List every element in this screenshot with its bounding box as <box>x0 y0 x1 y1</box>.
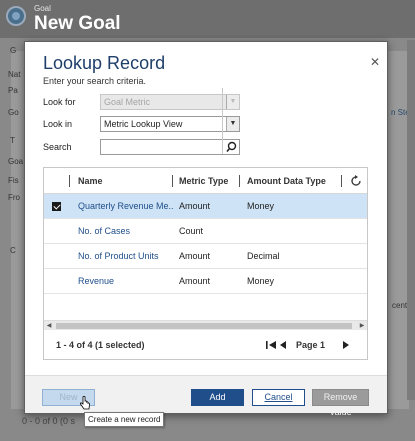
table-row[interactable]: No. of Product Units Amount Decimal <box>44 244 367 269</box>
column-separator <box>172 175 173 187</box>
row-metric-type: Count <box>179 226 204 236</box>
background-fragment: T <box>10 136 15 145</box>
background-page-title: New Goal <box>34 13 121 34</box>
row-amount-data-type: Money <box>247 201 275 211</box>
table-row[interactable]: Quarterly Revenue Me... Amount Money <box>44 194 367 219</box>
row-amount-data-type: Decimal <box>247 251 280 261</box>
background-fragment: Go <box>8 108 19 117</box>
table-row[interactable]: Revenue Amount Money <box>44 269 367 294</box>
first-page-icon[interactable] <box>265 340 277 350</box>
scroll-right-icon[interactable]: ▶ <box>357 321 367 331</box>
look-in-select[interactable]: Metric Lookup View ▼ <box>100 116 240 132</box>
row-name-link[interactable]: No. of Cases <box>78 219 174 244</box>
column-header-metric-type[interactable]: Metric Type <box>179 168 228 194</box>
row-name-link[interactable]: No. of Product Units <box>78 244 174 269</box>
background-fragment: Fis <box>8 176 19 185</box>
column-separator <box>69 175 70 187</box>
look-for-select: Goal Metric ▼ <box>100 94 240 110</box>
search-input[interactable] <box>100 139 226 155</box>
look-for-row: Look for Goal Metric ▼ <box>43 94 240 110</box>
search-row: Search <box>43 139 240 155</box>
row-name-link[interactable]: Quarterly Revenue Me... <box>78 194 174 219</box>
background-fragment: G <box>10 46 17 55</box>
criteria-divider <box>222 88 223 154</box>
row-name-link[interactable]: Revenue <box>78 269 174 294</box>
grid-header: Name Metric Type Amount Data Type <box>44 168 367 194</box>
previous-page-icon[interactable] <box>279 340 287 350</box>
cancel-button[interactable]: Cancel <box>252 389 305 406</box>
column-header-name[interactable]: Name <box>78 168 103 194</box>
search-button[interactable] <box>225 139 240 155</box>
dialog-subtitle: Enter your search criteria. <box>43 76 147 86</box>
refresh-icon[interactable] <box>349 174 363 188</box>
background-fragment: Goa <box>8 157 24 166</box>
look-in-row: Look in Metric Lookup View ▼ <box>43 116 240 132</box>
dialog-title: Lookup Record <box>43 53 166 73</box>
page-number: Page 1 <box>296 340 326 350</box>
chevron-down-icon[interactable]: ▼ <box>226 117 239 131</box>
column-separator <box>239 175 240 187</box>
row-checkbox[interactable] <box>52 202 61 211</box>
close-icon[interactable]: ✕ <box>369 56 381 68</box>
horizontal-scrollbar[interactable]: ◀ ▶ <box>44 320 367 330</box>
lookup-record-dialog: ✕ Lookup Record Enter your search criter… <box>24 41 388 417</box>
background-header: Goal New Goal <box>0 0 415 38</box>
scrollbar-thumb[interactable] <box>56 323 352 329</box>
background-scrollbar <box>407 40 415 400</box>
results-grid: Name Metric Type Amount Data Type Quarte… <box>43 167 368 360</box>
row-metric-type: Amount <box>179 251 211 261</box>
column-separator <box>341 175 342 187</box>
table-row[interactable]: No. of Cases Count <box>44 219 367 244</box>
look-for-label: Look for <box>43 97 76 107</box>
look-in-value: Metric Lookup View <box>104 119 183 129</box>
chevron-down-icon: ▼ <box>226 95 239 109</box>
look-for-value: Goal Metric <box>104 97 151 107</box>
row-metric-type: Amount <box>179 276 211 286</box>
background-fragment: Fro <box>8 193 20 202</box>
remove-value-button[interactable]: Remove Value <box>312 389 369 417</box>
new-button-tooltip: Create a new record <box>84 412 165 427</box>
row-metric-type: Amount <box>179 201 211 211</box>
add-button[interactable]: Add <box>191 389 244 406</box>
scroll-left-icon[interactable]: ◀ <box>44 321 54 331</box>
grid-pager: 1 - 4 of 4 (1 selected) Page 1 <box>44 331 367 359</box>
next-page-icon[interactable] <box>342 340 350 350</box>
hand-cursor-icon <box>80 396 90 410</box>
background-fragment: Nat <box>8 70 21 79</box>
column-header-amount-data-type[interactable]: Amount Data Type <box>247 168 326 194</box>
search-label: Search <box>43 142 72 152</box>
selection-status: 1 - 4 of 4 (1 selected) <box>56 340 145 350</box>
background-fragment: Pa <box>8 86 18 95</box>
goal-entity-icon <box>6 6 26 26</box>
look-in-label: Look in <box>43 119 73 129</box>
background-record-status: 0 - 0 of 0 (0 s <box>22 416 76 426</box>
background-fragment: C <box>10 246 16 255</box>
background-entity-label: Goal <box>34 4 51 13</box>
search-icon <box>226 141 237 153</box>
row-amount-data-type: Money <box>247 276 275 286</box>
